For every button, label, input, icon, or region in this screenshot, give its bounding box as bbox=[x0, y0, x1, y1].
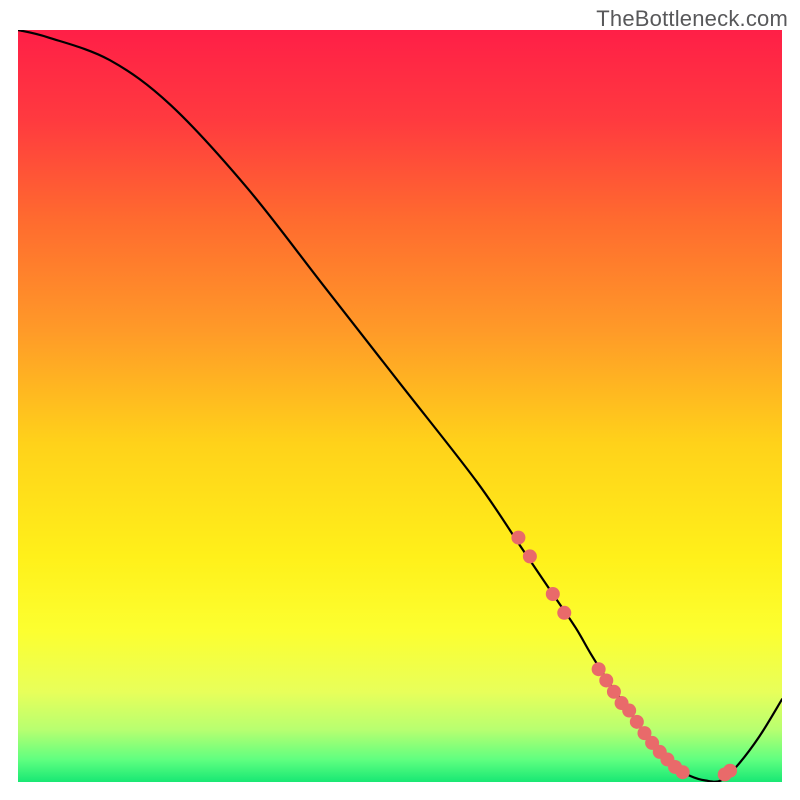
curve-marker bbox=[511, 531, 525, 545]
chart-svg bbox=[18, 30, 782, 782]
curve-marker bbox=[723, 764, 737, 778]
plot-area bbox=[18, 30, 782, 782]
curve-marker bbox=[523, 549, 537, 563]
gradient-background bbox=[18, 30, 782, 782]
watermark-text: TheBottleneck.com bbox=[596, 6, 788, 32]
curve-marker bbox=[557, 606, 571, 620]
curve-marker bbox=[676, 765, 690, 779]
chart-container: TheBottleneck.com bbox=[0, 0, 800, 800]
curve-marker bbox=[546, 587, 560, 601]
